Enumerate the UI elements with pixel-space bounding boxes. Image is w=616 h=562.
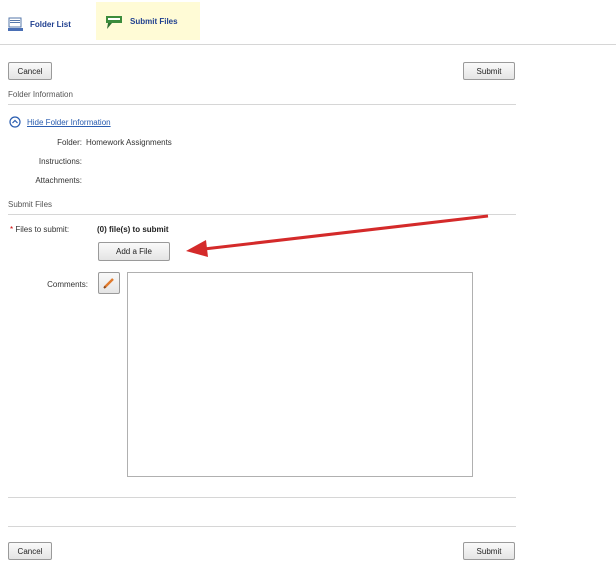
comment-editor-button[interactable] xyxy=(98,272,120,294)
folder-list-icon xyxy=(8,16,24,32)
instructions-label: Instructions: xyxy=(38,157,82,166)
submit-files-icon xyxy=(104,12,124,30)
pencil-icon xyxy=(102,276,116,290)
tab-folder-list-label: Folder List xyxy=(30,19,71,29)
annotation-arrow xyxy=(186,214,489,257)
comments-textarea[interactable] xyxy=(127,272,473,477)
bottom-divider-2 xyxy=(8,526,516,527)
add-file-button[interactable]: Add a File xyxy=(98,242,170,261)
files-status: (0) file(s) to submit xyxy=(97,225,169,234)
required-marker: * xyxy=(10,225,14,234)
files-to-submit-label: * Files to submit: xyxy=(10,225,69,234)
submit-button-bottom[interactable]: Submit xyxy=(463,542,515,560)
bottom-divider-1 xyxy=(8,497,516,498)
cancel-button-bottom[interactable]: Cancel xyxy=(8,542,52,560)
tab-submit-files-label: Submit Files xyxy=(130,16,178,26)
files-to-submit-text: Files to submit: xyxy=(15,225,70,234)
cancel-button-top[interactable]: Cancel xyxy=(8,62,52,80)
folder-label: Folder: xyxy=(57,138,82,147)
collapse-circle-icon xyxy=(9,116,21,128)
tab-folder-list[interactable]: Folder List xyxy=(8,8,94,40)
submit-button-top[interactable]: Submit xyxy=(463,62,515,80)
header-divider xyxy=(0,44,616,45)
attachments-label: Attachments: xyxy=(35,176,82,185)
submit-files-title: Submit Files xyxy=(8,200,53,209)
folder-info-divider xyxy=(8,104,516,105)
tab-submit-files[interactable]: Submit Files xyxy=(96,2,200,40)
comments-label: Comments: xyxy=(47,280,88,289)
folder-value: Homework Assignments xyxy=(86,138,172,147)
hide-folder-info-link[interactable]: Hide Folder Information xyxy=(27,118,111,127)
folder-information-title: Folder Information xyxy=(8,90,73,99)
hide-folder-info-toggle[interactable]: Hide Folder Information xyxy=(9,116,111,128)
